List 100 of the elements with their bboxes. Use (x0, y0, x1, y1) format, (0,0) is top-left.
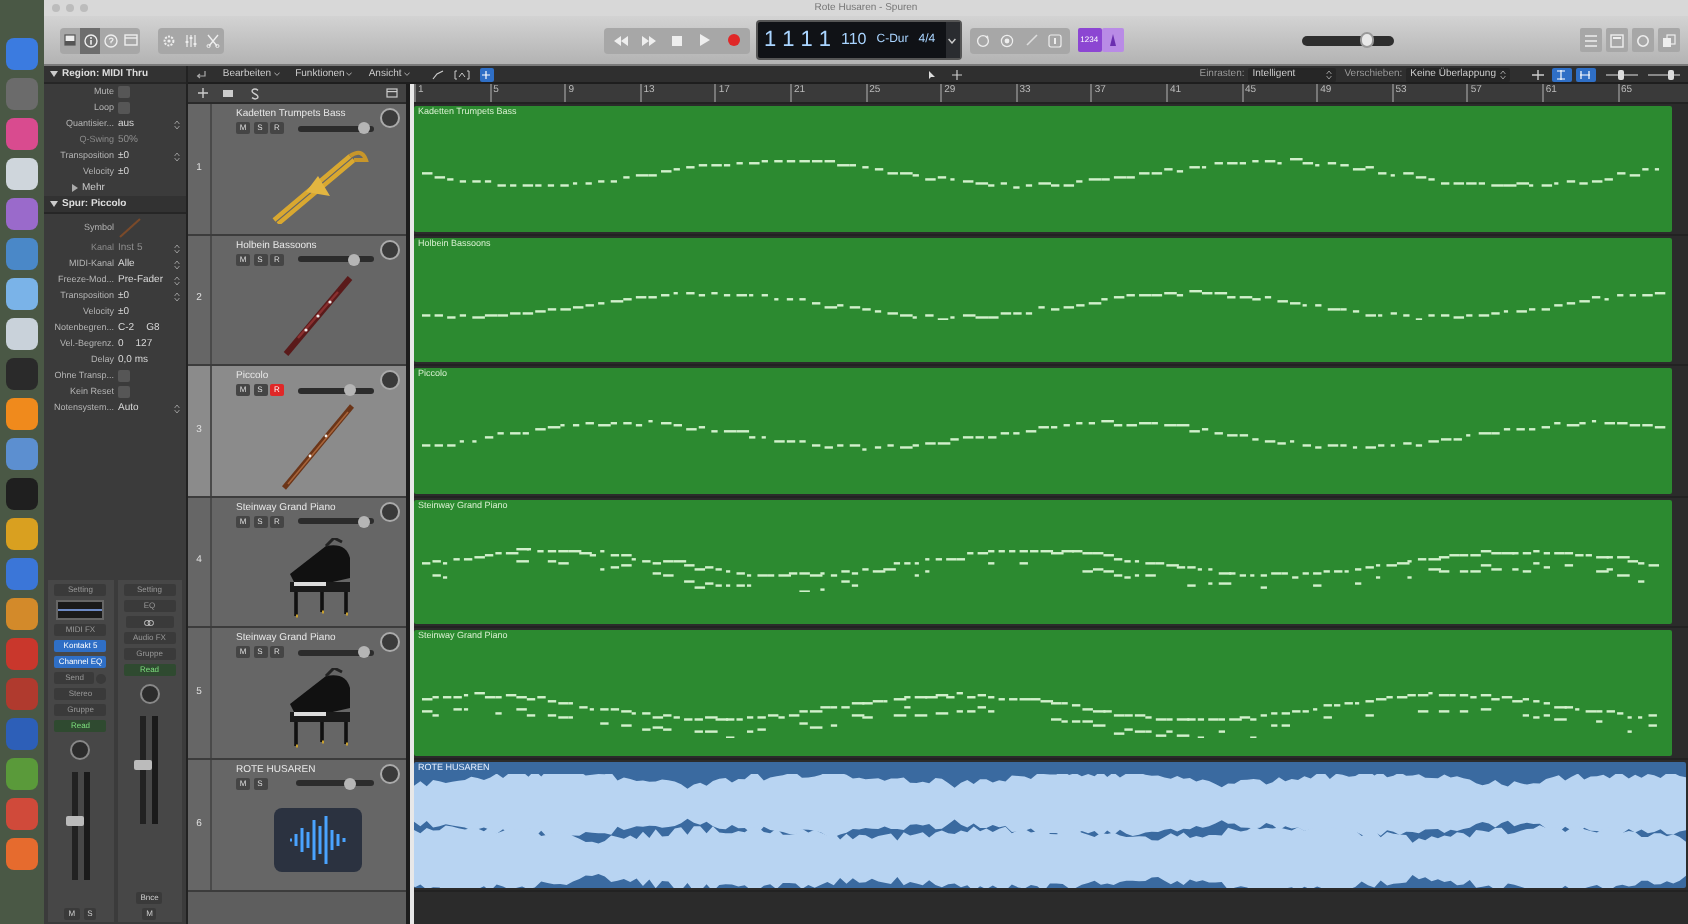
pan-knob[interactable] (380, 370, 400, 391)
volume-slider[interactable] (1301, 35, 1394, 45)
disclosure-triangle-icon (50, 200, 58, 208)
fit-horizontal-icon (1580, 69, 1591, 79)
sliders-icon (184, 33, 198, 47)
target-icon (1000, 33, 1015, 47)
volume-thumb[interactable] (358, 515, 371, 528)
return-arrow-icon (196, 69, 207, 79)
link-button[interactable] (125, 616, 174, 628)
pan-knob[interactable] (380, 239, 400, 260)
catch-button[interactable] (479, 67, 494, 81)
checkbox[interactable] (118, 386, 130, 398)
stop-icon (672, 35, 682, 45)
fader-thumb[interactable] (134, 759, 153, 770)
waveform-zoom-button[interactable] (1527, 67, 1548, 81)
updown-chevron-icon (1326, 69, 1333, 79)
flex-button[interactable] (453, 67, 470, 81)
zoom-thumb[interactable] (1668, 69, 1675, 79)
pan-knob[interactable] (380, 632, 400, 653)
volume-thumb[interactable] (358, 646, 371, 659)
volume-thumb[interactable] (358, 122, 371, 134)
plus-tool-button[interactable] (949, 67, 966, 81)
checkbox[interactable] (118, 370, 130, 382)
metronome-button[interactable] (1101, 28, 1124, 52)
pointer-tool-button[interactable] (923, 67, 940, 81)
playhead-icon (480, 69, 493, 79)
arrows-icon (1531, 69, 1544, 79)
gear-icon (162, 33, 176, 47)
track-volume-slider[interactable] (297, 518, 374, 525)
volume-thumb[interactable] (1360, 32, 1375, 48)
pencil-icon (1025, 34, 1038, 46)
dock-app-icon[interactable] (6, 838, 38, 870)
inspector-button[interactable] (80, 27, 100, 53)
level-meter (83, 772, 90, 880)
disclosure-triangle-icon (72, 184, 78, 192)
lcd-position-value: 1 (764, 28, 777, 52)
volume-thumb[interactable] (343, 777, 356, 790)
zoom-thumb[interactable] (1617, 69, 1624, 79)
lcd-position-value: 1 (800, 28, 813, 52)
dock-app-icon[interactable] (6, 598, 38, 630)
help-icon (103, 33, 117, 47)
dock-app-icon[interactable] (6, 398, 38, 430)
bassoon-drawing (278, 270, 358, 359)
dock-app-icon[interactable] (6, 518, 38, 550)
crosshair-icon (952, 69, 963, 79)
play-icon (700, 34, 710, 46)
bracket-icon (453, 69, 470, 79)
lcd-menu-button[interactable] (945, 22, 960, 58)
updown-chevron-icon (174, 403, 180, 413)
checkbox[interactable] (118, 102, 130, 114)
tray-icon (64, 34, 76, 46)
global-tracks-button[interactable] (384, 86, 400, 100)
curve-icon (431, 69, 444, 79)
pan-knob[interactable] (380, 108, 400, 128)
forward-icon (642, 35, 656, 45)
updown-chevron-icon (174, 243, 180, 253)
horizontal-fit-button[interactable] (1575, 67, 1596, 81)
window-icon (386, 88, 398, 98)
s-letter-icon (249, 87, 259, 99)
rewind-icon (614, 35, 628, 45)
updown-chevron-icon (174, 151, 180, 161)
automation-button[interactable] (431, 67, 444, 81)
dock-app-icon[interactable] (6, 438, 38, 470)
solo-view-button[interactable] (246, 86, 262, 100)
dock-app-icon[interactable] (6, 158, 38, 190)
volume-fader[interactable] (140, 716, 147, 824)
pan-knob[interactable] (70, 740, 91, 760)
fit-vertical-icon (1556, 69, 1567, 79)
pointer-icon (927, 69, 936, 79)
chevron-down-icon (948, 37, 957, 43)
vertical-fit-button[interactable] (1551, 67, 1572, 81)
piccolo-icon (118, 217, 142, 237)
plus-icon (197, 88, 207, 98)
lcd-position-value: 1 (818, 28, 831, 52)
dock-app-icon[interactable] (6, 478, 38, 510)
checkbox[interactable] (118, 86, 130, 98)
dock-app-icon[interactable] (6, 318, 38, 350)
waveform-tile-drawing (274, 807, 362, 872)
eq-display[interactable] (56, 600, 105, 620)
dock-app-icon[interactable] (6, 758, 38, 790)
volume-fader[interactable] (71, 772, 78, 880)
track-volume-slider[interactable] (296, 780, 374, 787)
pan-knob[interactable] (380, 501, 400, 522)
updown-chevron-icon (174, 259, 180, 269)
folders-icon (1662, 33, 1676, 47)
track-volume-slider[interactable] (297, 387, 374, 394)
piccolo-drawing (278, 399, 358, 492)
dock-app-icon[interactable] (6, 278, 38, 310)
track-volume-slider[interactable] (297, 125, 374, 131)
pan-knob[interactable] (380, 763, 400, 784)
volume-thumb[interactable] (348, 253, 361, 266)
eq-curve-icon (58, 606, 103, 614)
fader-thumb[interactable] (65, 815, 84, 826)
metronome-icon (1107, 34, 1118, 46)
track-volume-slider[interactable] (297, 256, 374, 263)
back-button[interactable] (196, 67, 207, 81)
list-icon (1584, 33, 1598, 47)
track-volume-slider[interactable] (297, 649, 374, 656)
pan-knob[interactable] (139, 684, 160, 704)
volume-thumb[interactable] (343, 384, 356, 397)
